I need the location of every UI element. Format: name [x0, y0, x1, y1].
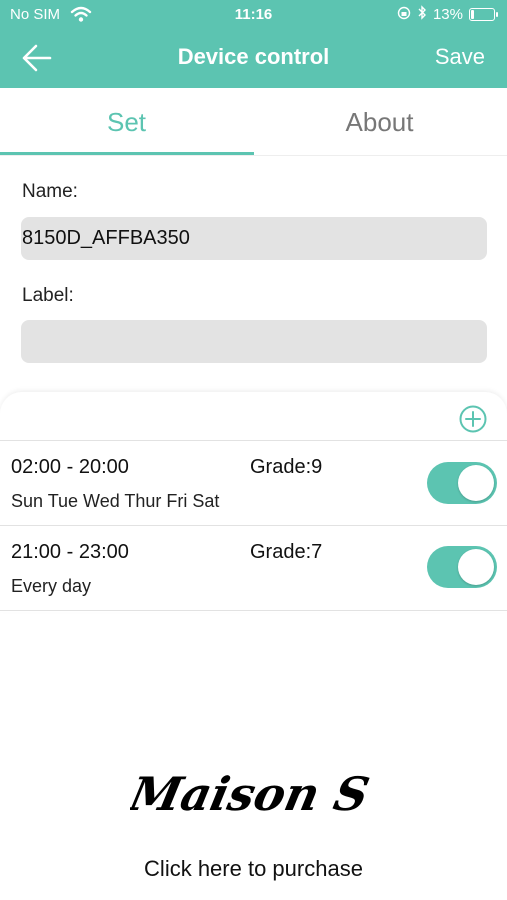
- schedule-grade: Grade:7: [250, 541, 323, 563]
- schedule-divider: [0, 610, 507, 611]
- schedule-grade: Grade:9: [250, 456, 323, 478]
- header-bar: No SIM 11:16 13% Device control Save: [0, 0, 507, 88]
- add-schedule-button[interactable]: [458, 404, 488, 434]
- toggle-knob: [458, 465, 494, 501]
- svg-text:Maison S: Maison S: [130, 766, 374, 820]
- navbar: Device control Save: [0, 30, 507, 86]
- schedule-days: Sun Tue Wed Thur Fri Sat: [11, 491, 220, 511]
- plus-circle-icon: [459, 405, 487, 433]
- page-title: Device control: [177, 44, 330, 69]
- battery-percent: 13%: [432, 6, 463, 23]
- tab-about[interactable]: About: [253, 88, 506, 156]
- schedule-time: 02:00 - 20:00: [11, 456, 129, 478]
- tab-set[interactable]: Set: [0, 88, 253, 156]
- toggle-knob: [458, 549, 494, 585]
- save-button[interactable]: Save: [435, 44, 485, 70]
- name-field[interactable]: 8150D_AFFBA350: [21, 217, 487, 260]
- status-bar: No SIM 11:16 13%: [0, 0, 507, 30]
- tab-divider: [0, 155, 507, 156]
- schedule-toggle[interactable]: [427, 546, 497, 588]
- name-label: Name:: [22, 181, 78, 202]
- schedule-time: 21:00 - 23:00: [11, 541, 129, 563]
- purchase-link[interactable]: Click here to purchase: [0, 856, 507, 882]
- label-label: Label:: [22, 285, 74, 306]
- battery-icon: [469, 8, 498, 21]
- schedule-divider: [0, 525, 507, 526]
- bluetooth-icon: [417, 5, 427, 24]
- brand-logo: Maison S: [123, 760, 380, 830]
- tab-bar: Set About: [0, 88, 507, 156]
- battery-fill: [471, 10, 474, 19]
- schedule-toggle[interactable]: [427, 462, 497, 504]
- schedule-divider: [0, 440, 507, 441]
- schedule-days: Every day: [11, 576, 92, 596]
- lock-rotation-icon: [397, 6, 411, 24]
- label-field[interactable]: [21, 320, 487, 363]
- status-right: 13%: [397, 5, 498, 24]
